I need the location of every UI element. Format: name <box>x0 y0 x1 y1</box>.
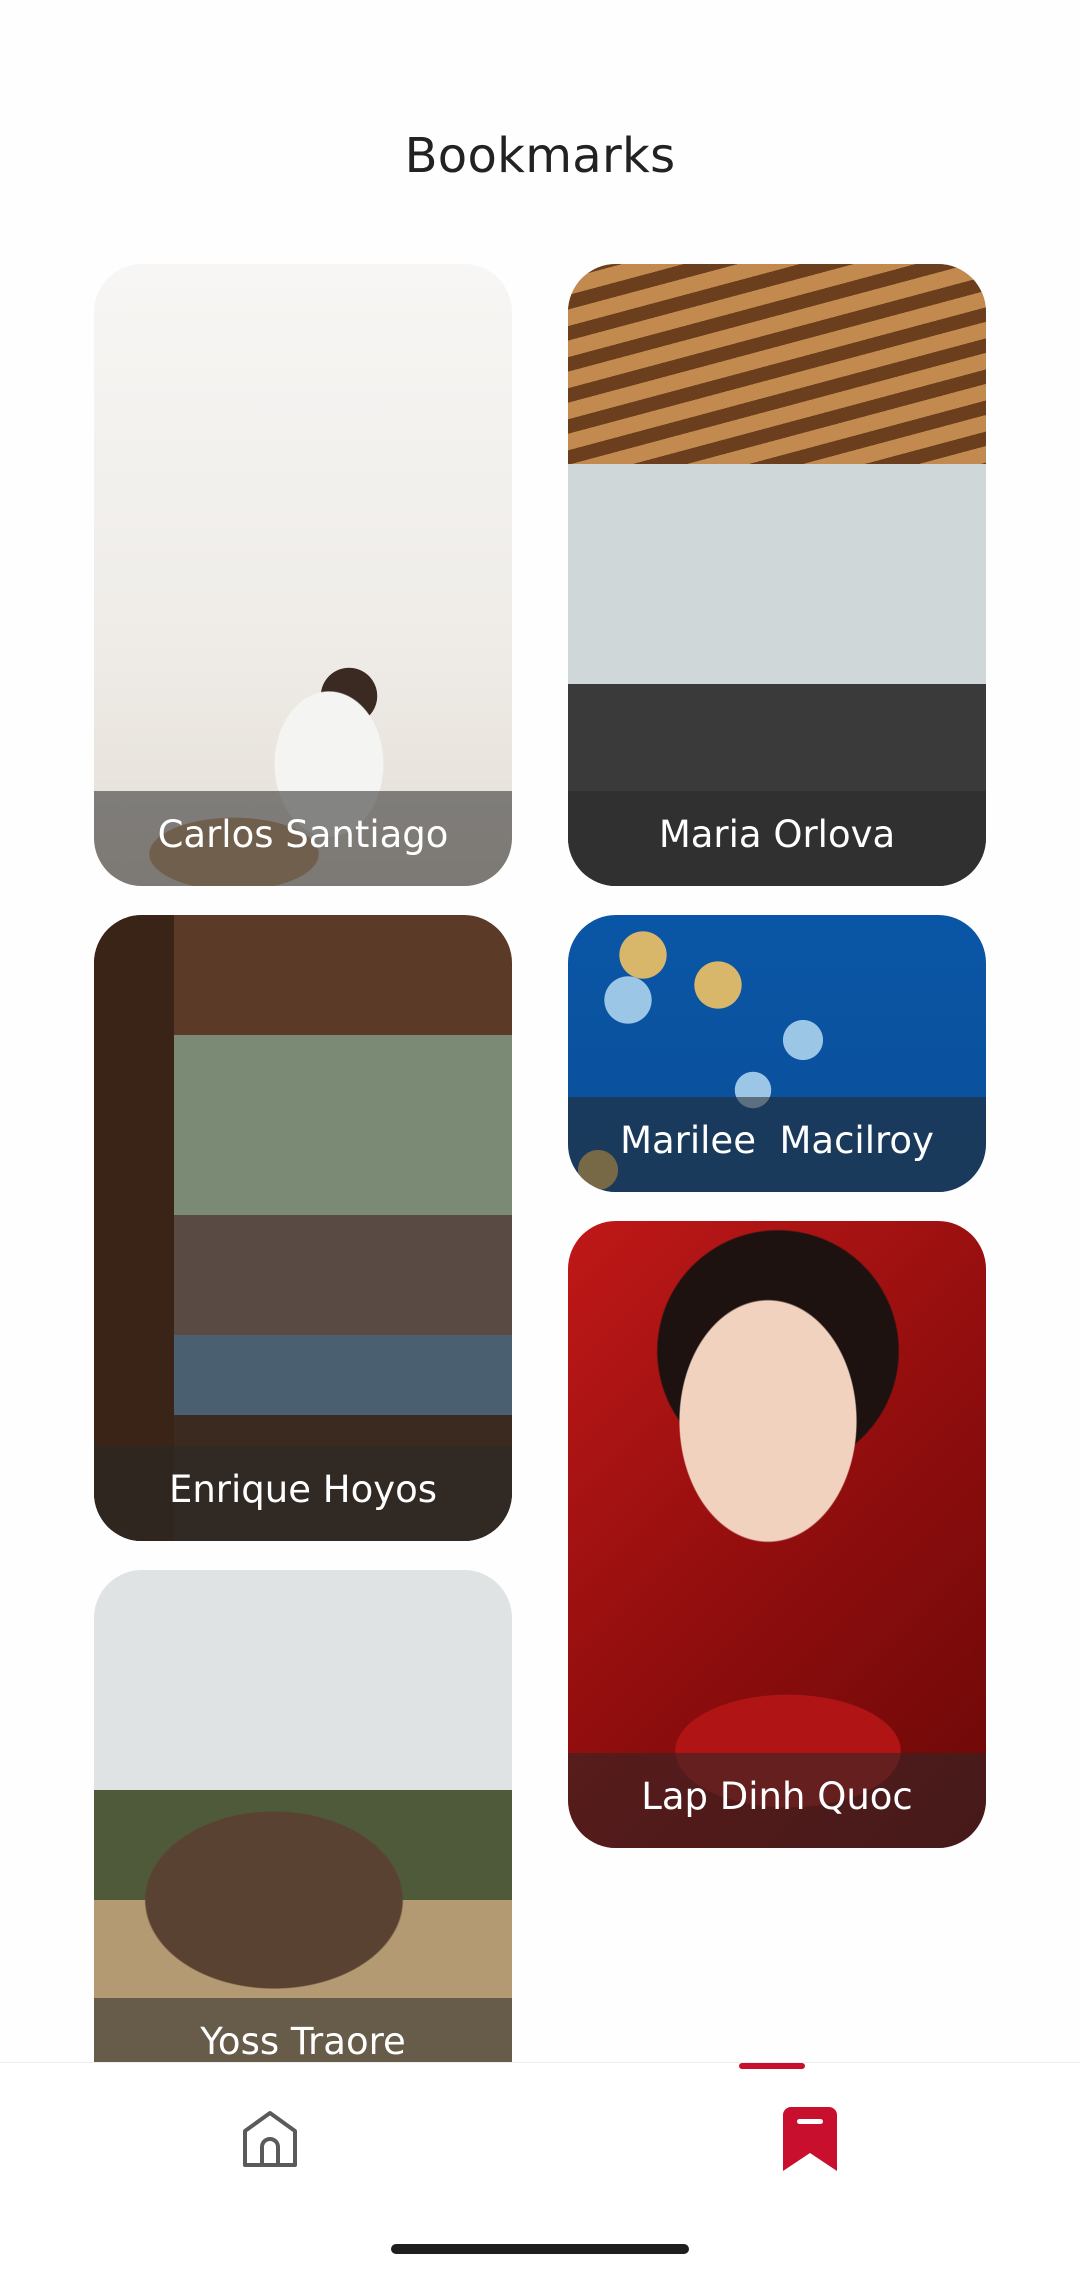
bookmark-card[interactable]: Enrique Hoyos <box>94 915 512 1541</box>
tab-bookmarks[interactable] <box>540 2063 1080 2233</box>
bookmark-card[interactable]: Marilee Macilroy <box>568 915 986 1192</box>
bookmark-name: Maria Orlova <box>658 813 896 856</box>
bookmark-caption: Yoss Traore <box>94 1998 512 2062</box>
bookmark-card[interactable]: Maria Orlova <box>568 264 986 886</box>
bookmarks-grid[interactable]: Carlos Santiago Maria Orlova Enrique Hoy… <box>0 0 1080 2062</box>
bookmark-card[interactable]: Lap Dinh Quoc <box>568 1221 986 1848</box>
bookmark-icon <box>783 2107 837 2171</box>
bookmark-name: Enrique Hoyos <box>168 1468 438 1511</box>
active-tab-indicator <box>739 2063 805 2069</box>
bookmark-card[interactable]: Carlos Santiago <box>94 264 512 886</box>
bookmark-name: Carlos Santiago <box>157 813 449 856</box>
bookmark-card[interactable]: Yoss Traore <box>94 1570 512 2062</box>
bookmark-caption: Enrique Hoyos <box>94 1446 512 1541</box>
bookmark-photo <box>94 1570 512 2062</box>
system-home-indicator[interactable] <box>391 2244 689 2254</box>
bookmark-caption: Maria Orlova <box>568 791 986 886</box>
home-icon <box>243 2111 297 2167</box>
tab-home[interactable] <box>0 2063 540 2233</box>
bookmark-caption: Marilee Macilroy <box>568 1097 986 1192</box>
bookmark-caption: Carlos Santiago <box>94 791 512 886</box>
bookmark-caption: Lap Dinh Quoc <box>568 1753 986 1848</box>
bookmarks-screen: Bookmarks Carlos Santiago Maria Orlova E… <box>0 0 1080 2280</box>
bookmark-name: Yoss Traore <box>200 2020 406 2062</box>
bookmark-name: Marilee Macilroy <box>620 1119 934 1162</box>
bookmark-name: Lap Dinh Quoc <box>641 1775 913 1818</box>
